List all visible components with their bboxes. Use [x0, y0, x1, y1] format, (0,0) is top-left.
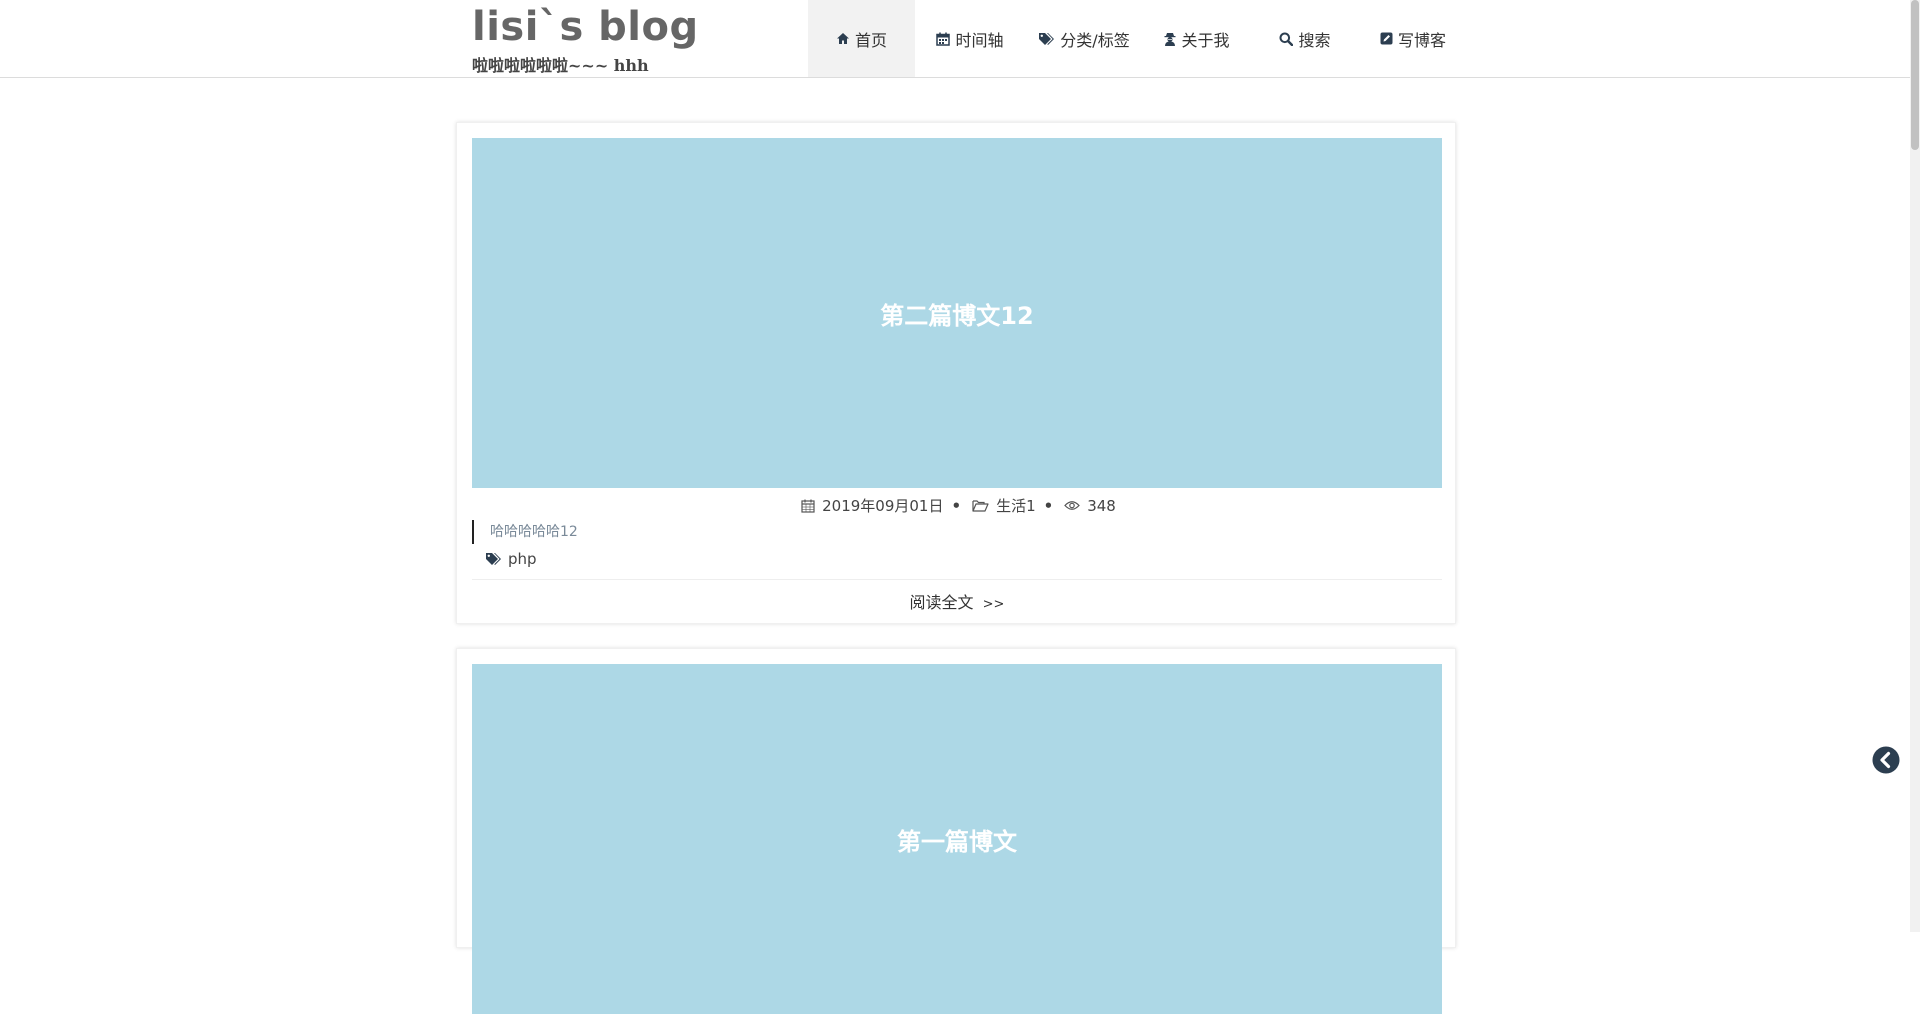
scrollbar-thumb[interactable] — [1911, 0, 1919, 150]
nav-item-timeline[interactable]: 时间轴 — [915, 0, 1025, 77]
post-title[interactable]: 第二篇博文12 — [880, 296, 1033, 331]
post-meta: 2019年09月01日 • 生活1 • 348 — [457, 495, 1457, 516]
divider — [472, 579, 1442, 580]
calendar-icon — [801, 499, 815, 513]
post-banner[interactable]: 第一篇博文 — [472, 664, 1442, 1014]
nav-item-label: 写博客 — [1397, 30, 1446, 50]
tags-icon — [485, 552, 502, 566]
brand: lisi`s blog 啦啦啦啦啦啦~~~ hhh — [472, 2, 699, 76]
folder-open-icon — [972, 499, 989, 512]
nav-item-label: 搜索 — [1298, 30, 1331, 50]
post-date: 2019年09月01日 — [822, 497, 944, 515]
post-excerpt: 哈哈哈哈哈12 — [472, 520, 578, 544]
nav-item-write[interactable]: 写博客 — [1359, 0, 1467, 77]
nav-item-search[interactable]: 搜索 — [1251, 0, 1359, 77]
scrollbar[interactable] — [1910, 0, 1920, 932]
read-more-link[interactable]: 阅读全文 >> — [457, 589, 1457, 613]
nav-item-label: 时间轴 — [955, 30, 1004, 50]
post-card: 第二篇博文12 2019年09月01日 • 生活1 • 348 哈哈哈哈哈12 … — [456, 122, 1456, 624]
post-card: 第一篇博文 — [456, 648, 1456, 1014]
meta-separator: • — [1043, 496, 1054, 515]
site-title[interactable]: lisi`s blog — [472, 2, 699, 52]
post-banner[interactable]: 第二篇博文12 — [472, 138, 1442, 488]
calendar-icon — [936, 32, 951, 46]
nav-item-label: 关于我 — [1181, 30, 1230, 50]
meta-separator: • — [951, 496, 962, 515]
back-button[interactable] — [1872, 746, 1900, 774]
header: lisi`s blog 啦啦啦啦啦啦~~~ hhh 首页 时间轴 分类/标签 关… — [0, 0, 1920, 78]
main-nav: 首页 时间轴 分类/标签 关于我 搜索 写博客 — [808, 0, 1467, 77]
nav-item-label: 首页 — [854, 30, 887, 50]
chevron-left-circle-icon — [1872, 746, 1900, 774]
tags-icon — [1038, 32, 1055, 46]
site-subtitle: 啦啦啦啦啦啦~~~ hhh — [472, 56, 649, 75]
read-more-arrow: >> — [982, 597, 1005, 612]
search-icon — [1279, 32, 1294, 46]
nav-item-about[interactable]: 关于我 — [1143, 0, 1251, 77]
nav-item-home[interactable]: 首页 — [808, 0, 915, 77]
home-icon — [836, 32, 850, 45]
post-views: 348 — [1087, 496, 1116, 515]
post-category[interactable]: 生活1 — [996, 495, 1036, 516]
post-tags: php — [485, 547, 537, 571]
nav-item-categories[interactable]: 分类/标签 — [1025, 0, 1143, 77]
user-secret-icon — [1164, 32, 1176, 46]
post-title[interactable]: 第一篇博文 — [897, 822, 1017, 857]
tag-link[interactable]: php — [508, 547, 537, 571]
edit-icon — [1380, 32, 1393, 45]
eye-icon — [1064, 500, 1081, 511]
nav-item-label: 分类/标签 — [1060, 30, 1130, 50]
read-more-label: 阅读全文 — [909, 593, 974, 612]
